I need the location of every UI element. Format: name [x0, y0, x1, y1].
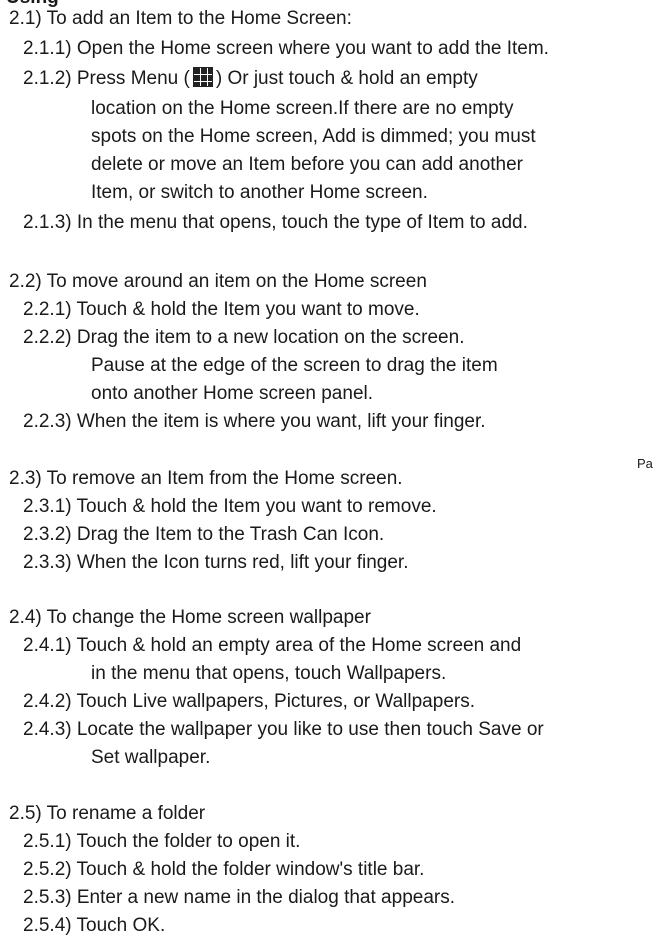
step-2-1-3: 2.1.3) In the menu that opens, touch the… [23, 212, 528, 233]
step-2-3-2: 2.3.2) Drag the Item to the Trash Can Ic… [23, 524, 385, 545]
section-heading-2-2: 2.2) To move around an item on the Home … [9, 271, 427, 292]
step-2-3-3: 2.3.3) When the Icon turns red, lift you… [23, 552, 409, 573]
step-2-2-2-line-3: onto another Home screen panel. [91, 383, 374, 404]
step-2-5-3: 2.5.3) Enter a new name in the dialog th… [23, 887, 455, 908]
step-2-2-1: 2.2.1) Touch & hold the Item you want to… [23, 299, 420, 320]
page-edge-mark: Pa [637, 456, 653, 471]
step-2-2-3: 2.2.3) When the item is where you want, … [23, 411, 486, 432]
step-2-4-3: 2.4.3) Locate the wallpaper you like to … [23, 719, 544, 740]
step-2-1-2-text-a: 2.1.2) Press Menu ( [23, 68, 190, 89]
step-2-4-1-line-2: in the menu that opens, touch Wallpapers… [91, 663, 447, 684]
step-2-1-2-line-4: delete or move an Item before you can ad… [91, 154, 523, 175]
step-2-2-2: 2.2.2) Drag the item to a new location o… [23, 327, 465, 348]
step-2-3-1: 2.3.1) Touch & hold the Item you want to… [23, 496, 437, 517]
step-2-1-2-line-2: location on the Home screen.If there are… [91, 98, 514, 119]
section-heading-2-5: 2.5) To rename a folder [9, 803, 206, 824]
section-heading-2-1: 2.1) To add an Item to the Home Screen: [9, 8, 352, 29]
step-2-1-2-line-3: spots on the Home screen, Add is dimmed;… [91, 126, 536, 147]
step-2-5-2: 2.5.2) Touch & hold the folder window's … [23, 859, 425, 880]
step-2-4-1: 2.4.1) Touch & hold an empty area of the… [23, 635, 522, 656]
step-2-5-1: 2.5.1) Touch the folder to open it. [23, 831, 301, 852]
step-2-4-2: 2.4.2) Touch Live wallpapers, Pictures, … [23, 691, 475, 712]
step-2-1-2: 2.1.2) Press Menu ( ) Or just touch & hol… [23, 67, 478, 91]
step-2-2-2-line-2: Pause at the edge of the screen to drag … [91, 355, 498, 376]
step-2-5-4: 2.5.4) Touch OK. [23, 915, 166, 936]
menu-grid-icon [192, 67, 213, 87]
section-heading-2-3: 2.3) To remove an Item from the Home scr… [9, 468, 403, 489]
section-heading-2-4: 2.4) To change the Home screen wallpaper [9, 607, 371, 628]
step-2-1-2-text-b: ) Or just touch & hold an empty [215, 68, 478, 89]
manual-page: Using Pa 2.1) To add an Item to the Home… [0, 0, 661, 942]
step-2-4-3-line-2: Set wallpaper. [91, 747, 211, 768]
step-2-1-2-line-5: Item, or switch to another Home screen. [91, 182, 428, 203]
step-2-1-1: 2.1.1) Open the Home screen where you wa… [23, 38, 549, 59]
